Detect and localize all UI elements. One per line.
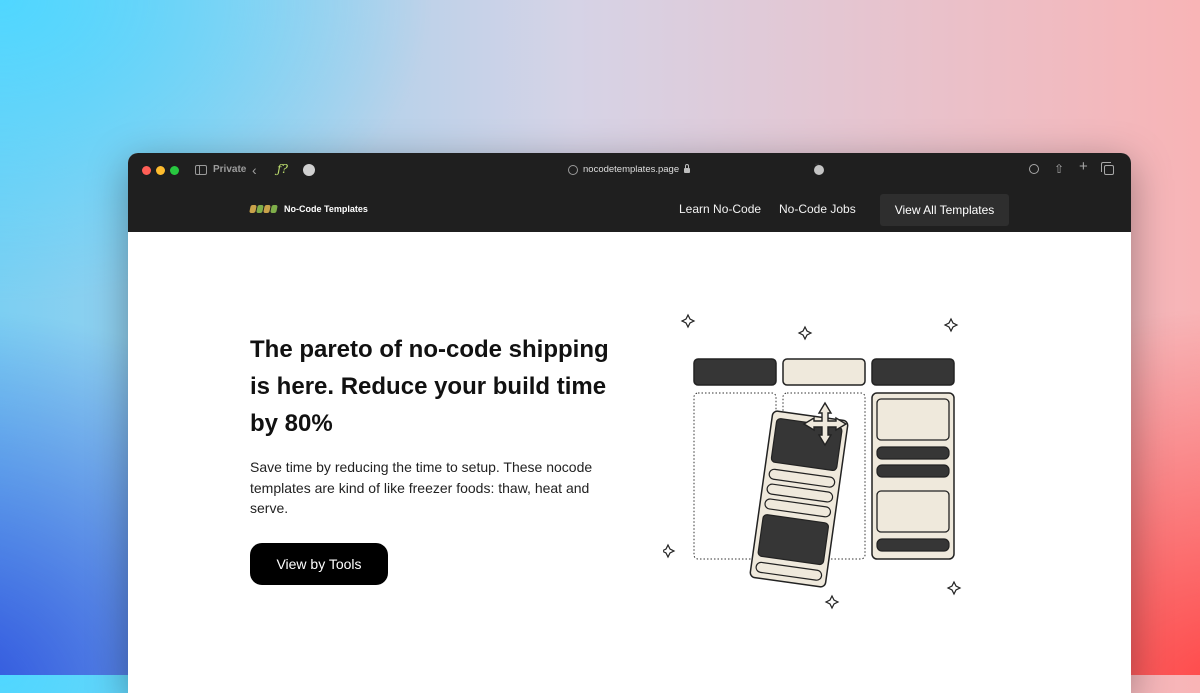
globe-icon [568,164,578,175]
close-window-button[interactable] [142,166,151,175]
lock-icon [684,164,691,173]
column-header-bar [871,358,955,386]
nav-link-learn-no-code[interactable]: Learn No-Code [679,202,761,216]
url-text: nocodetemplates.page [583,164,680,175]
tabs-icon[interactable] [1101,162,1114,175]
browser-titlebar: Private ‹ ƒ? nocodetemplates.page ⇧ + [128,153,1131,187]
logo-text: No-Code Templates [284,204,368,214]
dragged-template-card [749,410,849,588]
sparkle-icon [680,313,696,329]
column-header-bar [693,358,777,386]
hero-title: The pareto of no-code shipping is here. … [250,336,609,437]
template-cards-illustration [663,313,962,610]
hero-subtitle: Save time by reducing the time to setup.… [250,459,593,516]
private-label: Private [213,164,247,175]
new-tab-icon[interactable]: + [1079,159,1088,174]
browser-window: Private ‹ ƒ? nocodetemplates.page ⇧ + No… [128,153,1131,693]
maximize-window-button[interactable] [170,166,179,175]
view-by-tools-button[interactable]: View by Tools [250,543,388,585]
minimize-window-button[interactable] [156,166,165,175]
extension-icon[interactable]: ƒ? [277,162,288,176]
back-icon[interactable]: ‹ [252,162,257,178]
site-logo[interactable]: No-Code Templates [249,204,368,214]
site-navbar: No-Code Templates Learn No-Code No-Code … [128,187,1131,232]
sparkle-icon [946,580,962,596]
template-card [871,392,955,560]
view-all-templates-button[interactable]: View All Templates [880,194,1009,226]
sidebar-icon[interactable] [195,165,207,175]
download-icon[interactable] [1029,164,1039,174]
logo-icon [249,205,278,213]
share-icon[interactable]: ⇧ [1054,162,1064,176]
nav-link-no-code-jobs[interactable]: No-Code Jobs [779,202,856,216]
address-bar[interactable]: nocodetemplates.page [568,164,691,175]
sparkle-icon [797,325,813,341]
profile-icon[interactable] [303,164,315,176]
sparkle-icon [824,594,840,610]
column-header-bar [782,358,866,386]
more-icon[interactable] [814,162,824,175]
sparkle-icon [943,317,959,333]
sparkle-icon [663,543,676,559]
